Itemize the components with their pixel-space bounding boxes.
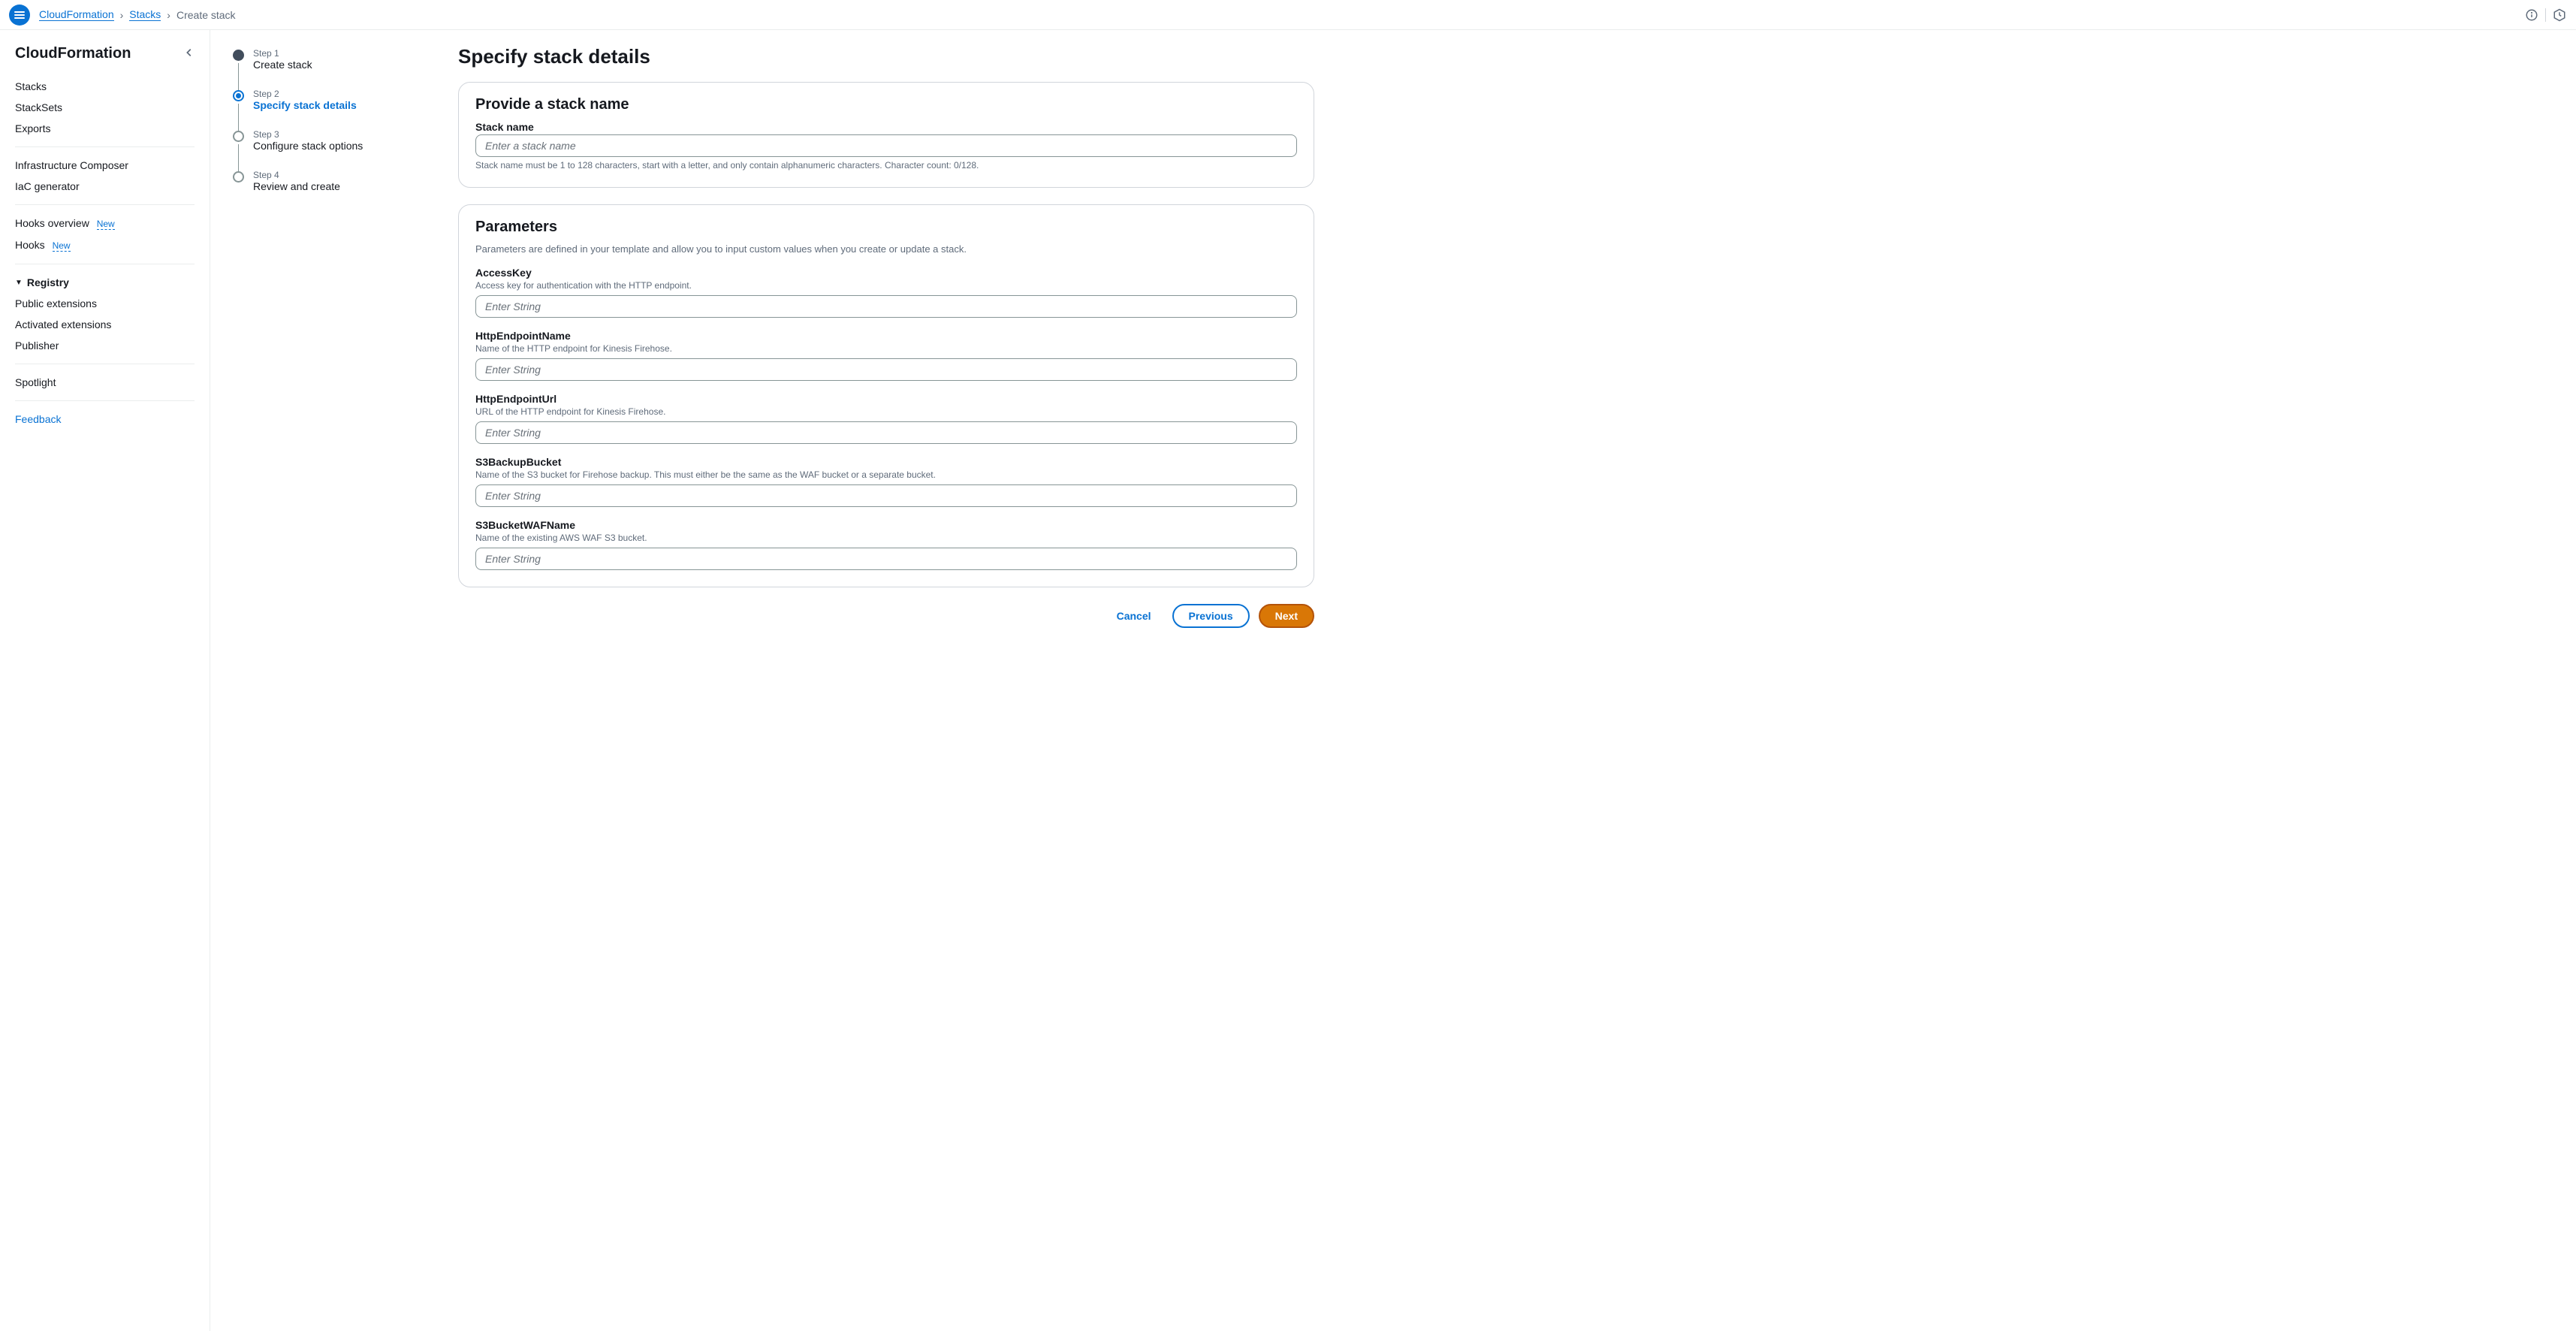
sidebar: CloudFormation Stacks StackSets Exports … [0, 30, 210, 1331]
page-title: Specify stack details [458, 45, 1314, 68]
sidebar-title: CloudFormation [15, 45, 131, 62]
sidebar-item-label: Hooks overview [15, 217, 89, 229]
httpendpointurl-input[interactable] [475, 421, 1297, 444]
sidebar-item-feedback[interactable]: Feedback [15, 409, 195, 430]
top-icons [2524, 8, 2567, 23]
sidebar-item-stacksets[interactable]: StackSets [15, 97, 195, 118]
accesskey-input[interactable] [475, 295, 1297, 318]
next-button[interactable]: Next [1259, 604, 1314, 628]
step-title: Specify stack details [253, 99, 357, 111]
step-marker-done-icon [233, 50, 244, 61]
panel-description: Parameters are defined in your template … [475, 243, 1297, 255]
step-label: Step 2 [253, 89, 357, 99]
step-title: Review and create [253, 180, 340, 192]
field-accesskey: AccessKey Access key for authentication … [475, 267, 1297, 318]
field-hint: Name of the S3 bucket for Firehose backu… [475, 469, 1297, 480]
field-hint: Name of the existing AWS WAF S3 bucket. [475, 533, 1297, 543]
step-label: Step 1 [253, 48, 312, 59]
breadcrumb-stacks[interactable]: Stacks [129, 8, 161, 21]
main-content: Step 1 Create stack Step 2 Specify stack… [210, 30, 2576, 1331]
sidebar-item-infrastructure-composer[interactable]: Infrastructure Composer [15, 155, 195, 176]
chevron-right-icon: › [120, 9, 124, 21]
footer-buttons: Cancel Previous Next [458, 604, 1314, 628]
sidebar-item-iac-generator[interactable]: IaC generator [15, 176, 195, 197]
collapse-sidebar-icon[interactable] [184, 47, 195, 60]
sidebar-item-label: Hooks [15, 239, 45, 251]
field-hint: Access key for authentication with the H… [475, 280, 1297, 291]
httpendpointname-input[interactable] [475, 358, 1297, 381]
field-label: Stack name [475, 121, 1297, 133]
field-httpendpointurl: HttpEndpointUrl URL of the HTTP endpoint… [475, 393, 1297, 444]
field-stack-name: Stack name Stack name must be 1 to 128 c… [475, 121, 1297, 171]
panel-parameters: Parameters Parameters are defined in you… [458, 204, 1314, 587]
sidebar-item-hooks[interactable]: Hooks New [15, 234, 195, 256]
sidebar-item-hooks-overview[interactable]: Hooks overview New [15, 213, 195, 234]
s3backupbucket-input[interactable] [475, 484, 1297, 507]
field-label: S3BackupBucket [475, 456, 1297, 468]
breadcrumb-current: Create stack [176, 9, 236, 21]
chevron-right-icon: › [167, 9, 170, 21]
wizard-step-2[interactable]: Step 2 Specify stack details [233, 89, 428, 129]
s3bucketwafname-input[interactable] [475, 548, 1297, 570]
wizard-step-1[interactable]: Step 1 Create stack [233, 48, 428, 89]
sidebar-item-exports[interactable]: Exports [15, 118, 195, 139]
sidebar-item-spotlight[interactable]: Spotlight [15, 372, 195, 393]
field-s3backupbucket: S3BackupBucket Name of the S3 bucket for… [475, 456, 1297, 507]
field-label: AccessKey [475, 267, 1297, 279]
field-hint: Name of the HTTP endpoint for Kinesis Fi… [475, 343, 1297, 354]
step-marker-active-icon [233, 90, 244, 101]
step-label: Step 3 [253, 129, 363, 140]
cancel-button[interactable]: Cancel [1105, 604, 1163, 628]
wizard-step-3[interactable]: Step 3 Configure stack options [233, 129, 428, 170]
field-hint: Stack name must be 1 to 128 characters, … [475, 160, 1297, 171]
panel-title: Provide a stack name [475, 96, 1297, 113]
top-bar: CloudFormation › Stacks › Create stack [0, 0, 2576, 30]
breadcrumb-service[interactable]: CloudFormation [39, 8, 114, 21]
sidebar-group-registry[interactable]: ▼ Registry [15, 272, 195, 293]
field-httpendpointname: HttpEndpointName Name of the HTTP endpoi… [475, 330, 1297, 381]
wizard-step-4[interactable]: Step 4 Review and create [233, 170, 428, 210]
step-title: Create stack [253, 59, 312, 71]
clock-icon[interactable] [2552, 8, 2567, 23]
sidebar-item-label: Registry [27, 276, 69, 288]
new-badge: New [53, 240, 71, 252]
new-badge: New [97, 219, 115, 230]
info-icon[interactable] [2524, 8, 2539, 23]
field-hint: URL of the HTTP endpoint for Kinesis Fir… [475, 406, 1297, 417]
wizard-steps: Step 1 Create stack Step 2 Specify stack… [233, 45, 428, 1308]
previous-button[interactable]: Previous [1172, 604, 1250, 628]
panel-title: Parameters [475, 219, 1297, 236]
step-marker-pending-icon [233, 171, 244, 183]
sidebar-item-activated-extensions[interactable]: Activated extensions [15, 314, 195, 335]
field-s3bucketwafname: S3BucketWAFName Name of the existing AWS… [475, 519, 1297, 570]
field-label: HttpEndpointUrl [475, 393, 1297, 405]
caret-down-icon: ▼ [15, 279, 23, 287]
step-label: Step 4 [253, 170, 340, 180]
breadcrumb: CloudFormation › Stacks › Create stack [39, 8, 2524, 21]
menu-button[interactable] [9, 5, 30, 26]
stack-name-input[interactable] [475, 134, 1297, 157]
divider [15, 400, 195, 401]
step-marker-pending-icon [233, 131, 244, 142]
divider [15, 204, 195, 205]
sidebar-header: CloudFormation [15, 45, 195, 62]
field-label: HttpEndpointName [475, 330, 1297, 342]
sidebar-item-stacks[interactable]: Stacks [15, 76, 195, 97]
divider [2545, 8, 2546, 22]
sidebar-item-publisher[interactable]: Publisher [15, 335, 195, 356]
form-column: Specify stack details Provide a stack na… [458, 45, 1314, 1308]
panel-stack-name: Provide a stack name Stack name Stack na… [458, 82, 1314, 188]
menu-icon [14, 9, 26, 21]
sidebar-item-public-extensions[interactable]: Public extensions [15, 293, 195, 314]
divider [15, 146, 195, 147]
field-label: S3BucketWAFName [475, 519, 1297, 531]
step-title: Configure stack options [253, 140, 363, 152]
